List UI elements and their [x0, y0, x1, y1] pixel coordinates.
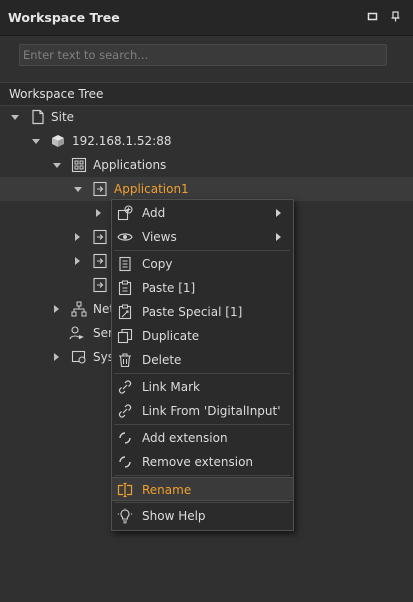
applications-icon — [71, 157, 87, 173]
pin-icon[interactable] — [390, 11, 401, 22]
maximize-icon[interactable] — [367, 11, 378, 22]
search-area — [0, 36, 413, 80]
menu-item-add-extension[interactable]: Add extension — [112, 426, 293, 450]
menu-item-label: Rename — [142, 483, 192, 497]
menu-item-label: Add extension — [142, 431, 228, 445]
tree-header-label: Workspace Tree — [9, 87, 104, 101]
add-icon — [117, 205, 133, 221]
search-input[interactable] — [19, 44, 387, 66]
rename-icon — [117, 482, 133, 498]
menu-item-label: Link Mark — [142, 380, 200, 394]
system-icon — [71, 350, 86, 364]
eye-icon — [117, 233, 133, 241]
menu-item-rename[interactable]: Rename — [112, 477, 293, 501]
tree-item-label: 192.168.1.52:88 — [72, 134, 172, 148]
application-icon — [93, 181, 107, 197]
menu-separator — [114, 373, 290, 374]
tree-item-label: Application1 — [114, 182, 189, 196]
menu-item-label: Delete — [142, 353, 182, 367]
application-icon — [93, 253, 107, 269]
tree-item-site[interactable]: Site — [0, 105, 413, 129]
services-icon — [69, 326, 84, 340]
lightbulb-icon — [117, 508, 133, 524]
menu-item-label: Paste [1] — [142, 281, 196, 295]
menu-item-label: Link From 'DigitalInput' — [142, 404, 281, 418]
expand-arrow-icon[interactable] — [75, 233, 80, 241]
menu-separator — [114, 424, 290, 425]
panel-title: Workspace Tree — [8, 10, 120, 25]
collapse-arrow-icon[interactable] — [53, 163, 61, 168]
tree-item-application1[interactable]: Application1 — [0, 177, 413, 201]
tree-item-ip[interactable]: 192.168.1.52:88 — [0, 129, 413, 153]
menu-item-paste-special[interactable]: Paste Special [1] — [112, 300, 293, 324]
application-icon — [93, 277, 107, 293]
trash-icon — [119, 353, 131, 368]
duplicate-icon — [117, 328, 133, 344]
copy-icon — [119, 256, 131, 272]
menu-item-paste[interactable]: Paste [1] — [112, 276, 293, 300]
menu-separator — [114, 502, 290, 503]
menu-item-label: Remove extension — [142, 455, 254, 469]
menu-item-label: Paste Special [1] — [142, 305, 243, 319]
page-icon — [32, 109, 44, 125]
extension-remove-icon — [119, 456, 131, 468]
expand-arrow-icon[interactable] — [75, 257, 80, 265]
server-icon — [52, 135, 64, 147]
paste-icon — [118, 280, 132, 296]
collapse-arrow-icon[interactable] — [74, 187, 82, 192]
workspace-tree-panel: Workspace Tree Workspace Tree Site 1 — [0, 0, 413, 602]
menu-item-show-help[interactable]: Show Help — [112, 504, 293, 528]
tree-item-label: Site — [51, 110, 75, 124]
submenu-arrow-icon — [276, 233, 281, 241]
menu-item-label: Views — [142, 230, 177, 244]
paste-special-icon — [118, 304, 132, 320]
menu-item-label: Add — [142, 206, 166, 220]
tree-header: Workspace Tree — [0, 82, 413, 106]
menu-item-link-mark[interactable]: Link Mark — [112, 375, 293, 399]
menu-item-label: Copy — [142, 257, 173, 271]
extension-icon — [119, 432, 131, 444]
panel-titlebar: Workspace Tree — [0, 0, 413, 36]
expand-arrow-icon[interactable] — [96, 209, 101, 217]
collapse-arrow-icon[interactable] — [11, 115, 19, 120]
submenu-arrow-icon — [276, 209, 281, 217]
expand-arrow-icon[interactable] — [54, 305, 59, 313]
menu-item-delete[interactable]: Delete — [112, 348, 293, 372]
network-icon — [71, 301, 87, 317]
menu-item-label: Show Help — [142, 509, 206, 523]
menu-item-views[interactable]: Views — [112, 225, 293, 249]
menu-item-add[interactable]: Add — [112, 201, 293, 225]
menu-separator — [114, 475, 290, 476]
context-menu: Add Views Copy Paste [1] Paste Special [… — [111, 199, 294, 531]
menu-item-label: Duplicate — [142, 329, 200, 343]
link-from-icon — [118, 404, 132, 418]
menu-item-link-from[interactable]: Link From 'DigitalInput' — [112, 399, 293, 423]
tree-item-label: Applications — [93, 158, 167, 172]
expand-arrow-icon[interactable] — [54, 353, 59, 361]
menu-item-copy[interactable]: Copy — [112, 252, 293, 276]
collapse-arrow-icon[interactable] — [32, 139, 40, 144]
tree-item-applications[interactable]: Applications — [0, 153, 413, 177]
menu-separator — [114, 250, 290, 251]
menu-item-remove-extension[interactable]: Remove extension — [112, 450, 293, 474]
application-icon — [93, 229, 107, 245]
link-icon — [118, 380, 132, 394]
tree-item-label: Ser — [93, 326, 113, 340]
menu-item-duplicate[interactable]: Duplicate — [112, 324, 293, 348]
